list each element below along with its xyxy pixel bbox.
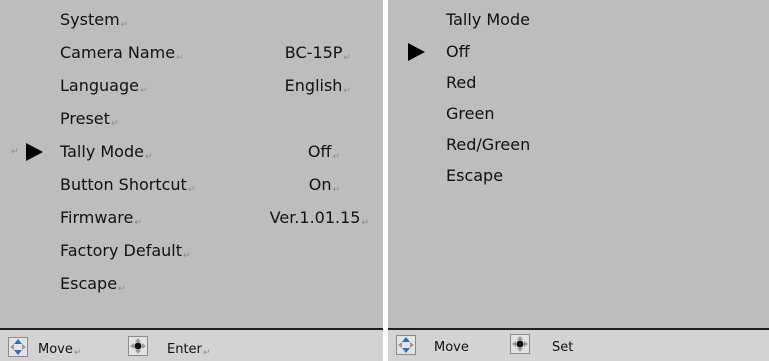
return-mark-icon: ↵ [139,86,148,96]
return-mark-icon: ↵ [343,86,351,96]
button-shortcut-value: On [308,175,332,194]
dpad-center-icon [128,336,148,356]
submenu-title: Tally Mode [446,10,530,29]
return-mark-icon: ↵ [120,20,129,30]
return-mark-icon: ↵ [202,348,211,358]
footer-enter-label: Enter↵ [167,342,211,358]
return-mark-icon: ↵ [134,218,142,228]
option-off[interactable]: Off [446,42,470,62]
tally-mode-value: Off [307,142,332,161]
return-mark-icon: ↵ [118,284,126,294]
selection-arrow-icon [408,43,425,61]
option-escape[interactable]: Escape [446,166,503,186]
dpad-updown-icon [396,335,416,355]
option-green[interactable]: Green [446,104,494,124]
dpad-updown-icon [8,337,28,357]
return-mark-icon: ↵ [73,348,82,358]
system-menu-panel: System↵ Camera Name↵ BC-15P↵ Language↵ E… [0,0,383,361]
return-mark-icon: ↵ [144,152,153,162]
return-mark-icon: ↵ [332,152,340,162]
return-mark-icon: ↵ [361,218,369,228]
return-mark-icon: ↵ [332,185,340,195]
return-mark-icon: ↵ [11,147,19,157]
firmware-value: Ver.1.01.15 [269,208,361,227]
return-mark-icon: ↵ [343,53,351,63]
return-mark-icon: ↵ [176,53,184,63]
return-mark-icon: ↵ [110,119,119,129]
footer-move-label: Move [434,340,469,355]
tally-mode-submenu-panel: Tally Mode Off Red Green Red/Green Escap… [388,0,769,361]
option-red[interactable]: Red [446,73,476,93]
option-red-green[interactable]: Red/Green [446,135,530,155]
language-value: English [284,76,343,95]
return-mark-icon: ↵ [183,251,191,261]
footer-move-label: Move↵ [38,342,82,358]
camera-name-value: BC-15P [284,43,343,62]
dpad-center-icon [510,334,530,354]
return-mark-icon: ↵ [187,185,196,195]
footer-set-label: Set [552,340,574,355]
selection-arrow-icon [26,143,43,161]
